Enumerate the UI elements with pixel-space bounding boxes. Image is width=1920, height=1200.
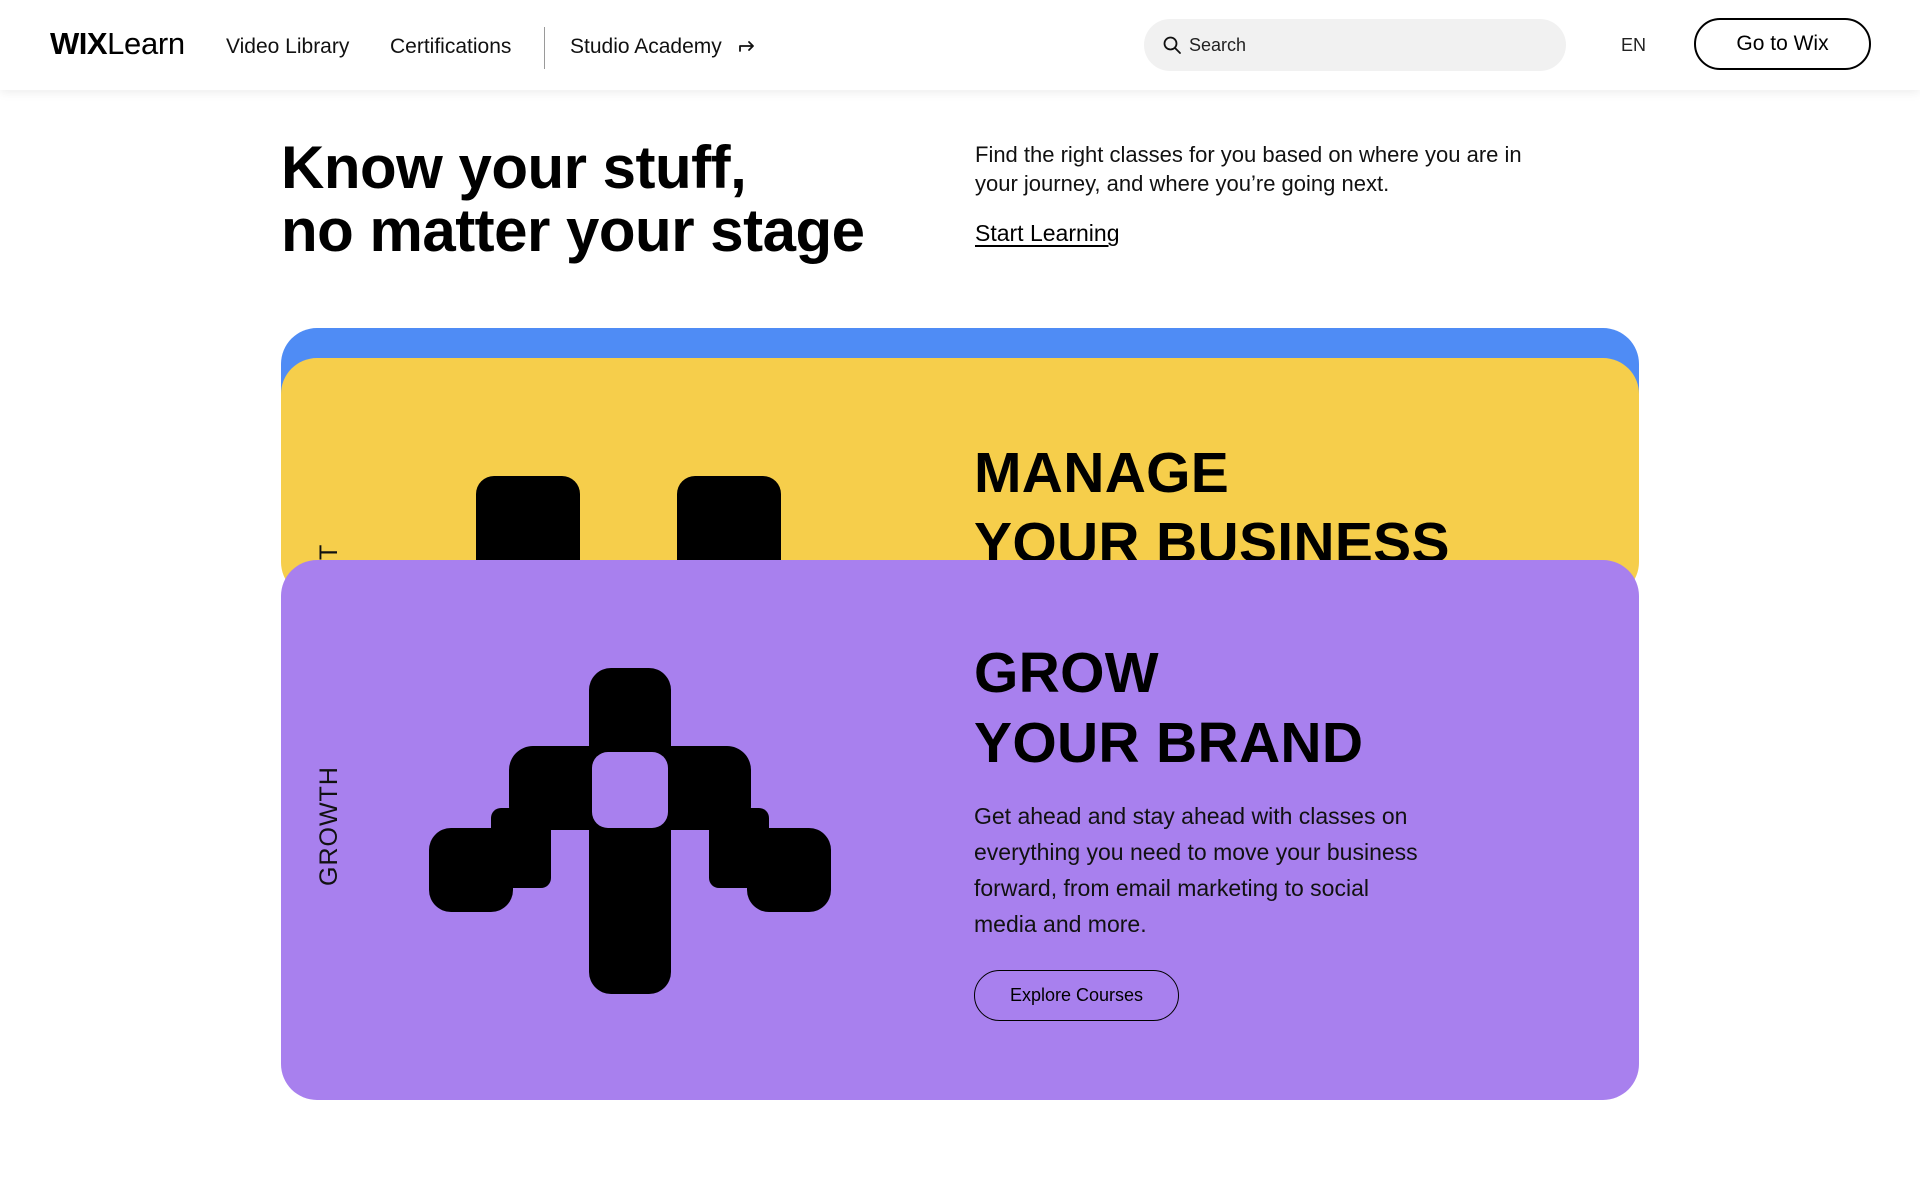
nav-certifications[interactable]: Certifications bbox=[390, 35, 511, 59]
hero-title-line2: no matter your stage bbox=[281, 197, 865, 264]
nav-video-library[interactable]: Video Library bbox=[226, 35, 349, 59]
search-bar[interactable] bbox=[1144, 19, 1566, 71]
grow-title-line1: GROW bbox=[974, 641, 1159, 705]
nav-studio-academy-label: Studio Academy bbox=[570, 35, 722, 58]
external-arrow-icon bbox=[738, 35, 756, 59]
hero-title: Know your stuff, no matter your stage bbox=[281, 134, 865, 264]
grow-title-line2: YOUR BRAND bbox=[974, 711, 1364, 775]
logo-wix-text: WIX bbox=[50, 26, 108, 61]
logo-learn-text: Learn bbox=[107, 26, 185, 61]
grow-card-description: Get ahead and stay ahead with classes on… bbox=[974, 803, 1418, 937]
manage-title-line1: MANAGE bbox=[974, 441, 1230, 505]
grow-card-title: GROW YOUR BRAND bbox=[974, 638, 1363, 778]
manage-card-title: MANAGE YOUR BUSINESS bbox=[974, 438, 1450, 578]
hero-description: Find the right classes for you based on … bbox=[975, 142, 1522, 196]
card-grow-brand: GROWTH GROW YOUR BRAND Get ahead and sta… bbox=[281, 560, 1639, 1100]
hero-title-line1: Know your stuff, bbox=[281, 134, 747, 201]
search-icon bbox=[1162, 35, 1182, 55]
card-category-label: GROWTH bbox=[315, 766, 343, 886]
go-to-wix-button[interactable]: Go to Wix bbox=[1694, 18, 1871, 70]
explore-courses-button[interactable]: Explore Courses bbox=[974, 970, 1179, 1021]
nav-divider bbox=[544, 27, 545, 69]
search-input[interactable] bbox=[1189, 34, 1549, 56]
growth-arrow-illustration-icon bbox=[429, 668, 831, 999]
top-header: WIX Learn Video Library Certifications S… bbox=[0, 0, 1920, 90]
start-learning-link[interactable]: Start Learning bbox=[975, 220, 1119, 247]
language-selector[interactable]: EN bbox=[1621, 35, 1646, 56]
nav-studio-academy[interactable]: Studio Academy bbox=[570, 35, 756, 59]
wix-learn-logo[interactable]: WIX Learn bbox=[50, 26, 185, 62]
